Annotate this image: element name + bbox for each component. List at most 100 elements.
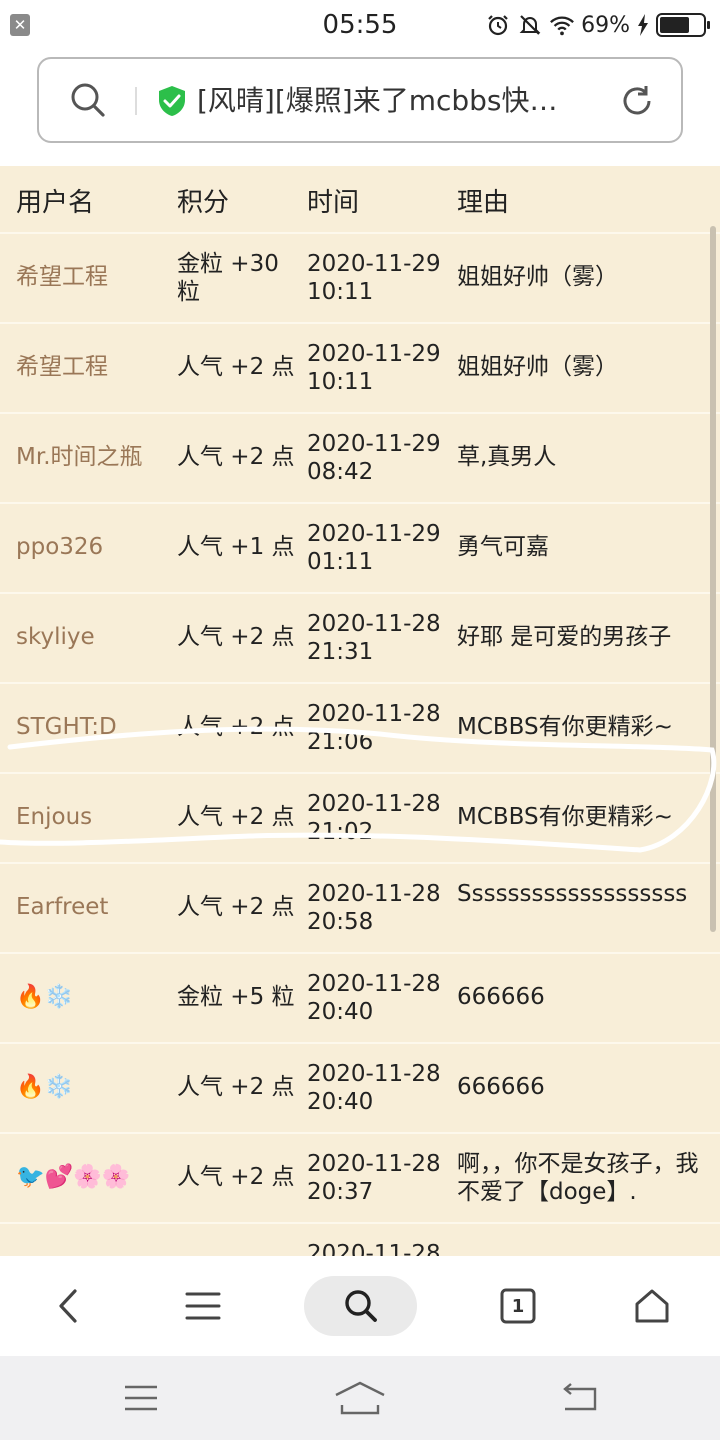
row-user-link[interactable]: Earfreet — [16, 893, 108, 921]
row-time: 2020-11-29 01:11 — [307, 520, 447, 576]
table-row: STGHT:D 人气 +2 点 2020-11-28 21:06 MCBBS有你更精彩~ — [0, 682, 720, 772]
table-row: 希望工程 金粒 +30 粒 2020-11-29 10:11 姐姐好帅（雾） — [0, 232, 720, 322]
row-score: 人气 +2 点 — [177, 354, 295, 380]
row-reason: Sssssssssssssssssss — [457, 881, 688, 907]
row-reason: 666666 — [457, 1074, 545, 1100]
row-user-link[interactable]: 🐦💕🌸🌸 — [16, 1163, 131, 1191]
row-clock: 21:06 — [307, 729, 374, 755]
row-score: 金粒 +30 粒 — [177, 251, 279, 305]
row-user-link[interactable]: Mr.时间之瓶 — [16, 443, 143, 471]
table-row: 🐦💕🌸🌸 人气 +2 点 2020-11-28 20:37 啊，，你不是女孩子，我不爱了… — [0, 1132, 720, 1222]
row-clock: 20:40 — [307, 999, 374, 1025]
row-score: 人气 +2 点 — [177, 444, 295, 470]
row-date: 2020-11-28 — [307, 791, 441, 817]
back-button[interactable] — [38, 1276, 98, 1336]
row-clock: 10:11 — [307, 279, 374, 305]
row-user-link[interactable]: 🔥❄️ — [16, 1073, 73, 1101]
row-clock: 21:31 — [307, 639, 374, 665]
row-time: 2020-11-28 20:58 — [307, 880, 447, 936]
row-date: 2020-11-29 — [307, 431, 441, 457]
row-clock: 08:42 — [307, 459, 374, 485]
menu-button[interactable] — [173, 1276, 233, 1336]
row-time: 2020-11-28 20:40 — [307, 1060, 447, 1116]
row-reason: 草,真男人 — [457, 444, 557, 470]
header-score: 积分 — [177, 188, 230, 218]
row-clock: 20:37 — [307, 1179, 374, 1205]
row-score: 人气 +2 点 — [177, 894, 295, 920]
row-date: 2020-11-28 — [307, 1151, 441, 1177]
row-time: 2020-11-28 21:06 — [307, 700, 447, 756]
divider — [135, 87, 137, 115]
row-score: 金粒 +5 粒 — [177, 984, 295, 1010]
wifi-icon — [549, 12, 575, 38]
row-date: 2020-11-28 — [307, 1061, 441, 1087]
row-score: 人气 +2 点 — [177, 1074, 295, 1100]
tab-count: 1 — [511, 1295, 525, 1317]
table-row: 🔥❄️ 人气 +2 点 2020-11-28 20:40 666666 — [0, 1042, 720, 1132]
scrollbar[interactable] — [710, 226, 716, 932]
row-reason: 勇气可嘉 — [457, 534, 549, 560]
row-date: 2020-11-29 — [307, 341, 441, 367]
system-navigation-bar — [0, 1356, 720, 1440]
row-date: 2020-11-28 — [307, 1241, 441, 1256]
charging-icon — [636, 12, 650, 38]
row-score: 人气 +2 点 — [177, 1164, 295, 1190]
row-date: 2020-11-28 — [307, 611, 441, 637]
row-user-link[interactable]: 希望工程 — [16, 263, 108, 291]
row-time: 2020-11-29 10:11 — [307, 340, 447, 396]
row-reason: MCBBS有你更精彩~ — [457, 804, 673, 830]
row-reason: 好耶 是可爱的男孩子 — [457, 624, 672, 650]
secure-shield-icon — [157, 85, 187, 117]
recents-button[interactable] — [111, 1378, 171, 1418]
row-time: 2020-11-29 08:42 — [307, 430, 447, 486]
search-icon[interactable] — [69, 81, 107, 119]
status-bar: ✕ 05:55 69% — [0, 0, 720, 52]
back-nav-button[interactable] — [549, 1378, 609, 1418]
table-row: ppo326 人气 +1 点 2020-11-29 01:11 勇气可嘉 — [0, 502, 720, 592]
header-time: 时间 — [307, 188, 360, 218]
refresh-icon[interactable] — [619, 83, 655, 119]
row-clock: 20:58 — [307, 909, 374, 935]
table-row: Enjous 人气 +2 点 2020-11-28 21:02 MCBBS有你更精彩~ — [0, 772, 720, 862]
row-date: 2020-11-28 — [307, 881, 441, 907]
battery-percent: 69% — [581, 12, 630, 38]
row-user-link[interactable]: skyliye — [16, 623, 95, 651]
row-reason: 姐姐好帅（雾） — [457, 354, 618, 380]
row-score: 人气 +2 点 — [177, 714, 295, 740]
table-row: skyliye 人气 +2 点 2020-11-28 21:31 好耶 是可爱的男孩子 — [0, 592, 720, 682]
row-user-link[interactable]: ppo326 — [16, 533, 103, 561]
table-row: Earfreet 人气 +2 点 2020-11-28 20:58 Ssssssssss… — [0, 862, 720, 952]
page-title-url[interactable]: [风晴][爆照]来了mcbbs快… — [197, 81, 597, 121]
row-time: 2020-11-28 20:37 — [307, 1150, 447, 1206]
address-bar[interactable]: [风晴][爆照]来了mcbbs快… — [37, 57, 683, 143]
home-nav-button[interactable] — [330, 1378, 390, 1418]
mute-icon — [517, 12, 543, 38]
status-icons: 69% — [485, 10, 710, 40]
header-user: 用户名 — [16, 188, 95, 218]
row-time: 2020-11-28 21:02 — [307, 790, 447, 846]
row-user-link[interactable]: STGHT:D — [16, 713, 117, 741]
table-row: Mr.时间之瓶 人气 +2 点 2020-11-29 08:42 草,真男人 — [0, 412, 720, 502]
row-time: 2020-11-28 — [307, 1240, 447, 1256]
home-button[interactable] — [622, 1276, 682, 1336]
row-time: 2020-11-29 10:11 — [307, 250, 447, 306]
battery-icon — [656, 13, 710, 37]
row-date: 2020-11-28 — [307, 701, 441, 727]
search-button[interactable] — [304, 1276, 417, 1336]
browser-toolbar: 1 — [0, 1256, 720, 1356]
table-row: 希望工程 人气 +2 点 2020-11-29 10:11 姐姐好帅（雾） — [0, 322, 720, 412]
row-time: 2020-11-28 21:31 — [307, 610, 447, 666]
row-date: 2020-11-29 — [307, 521, 441, 547]
row-user-link[interactable]: 🔥❄️ — [16, 983, 73, 1011]
alarm-icon — [485, 12, 511, 38]
row-user-link[interactable]: Enjous — [16, 803, 92, 831]
table-row: 🔥❄️ 金粒 +5 粒 2020-11-28 20:40 666666 — [0, 952, 720, 1042]
table-header: 用户名 积分 时间 理由 — [0, 166, 720, 232]
row-clock: 01:11 — [307, 549, 374, 575]
row-score: 人气 +1 点 — [177, 534, 295, 560]
row-date: 2020-11-29 — [307, 251, 441, 277]
tabs-button[interactable]: 1 — [488, 1276, 548, 1336]
row-clock: 21:02 — [307, 819, 374, 845]
row-reason: 姐姐好帅（雾） — [457, 264, 618, 290]
row-user-link[interactable]: 希望工程 — [16, 353, 108, 381]
